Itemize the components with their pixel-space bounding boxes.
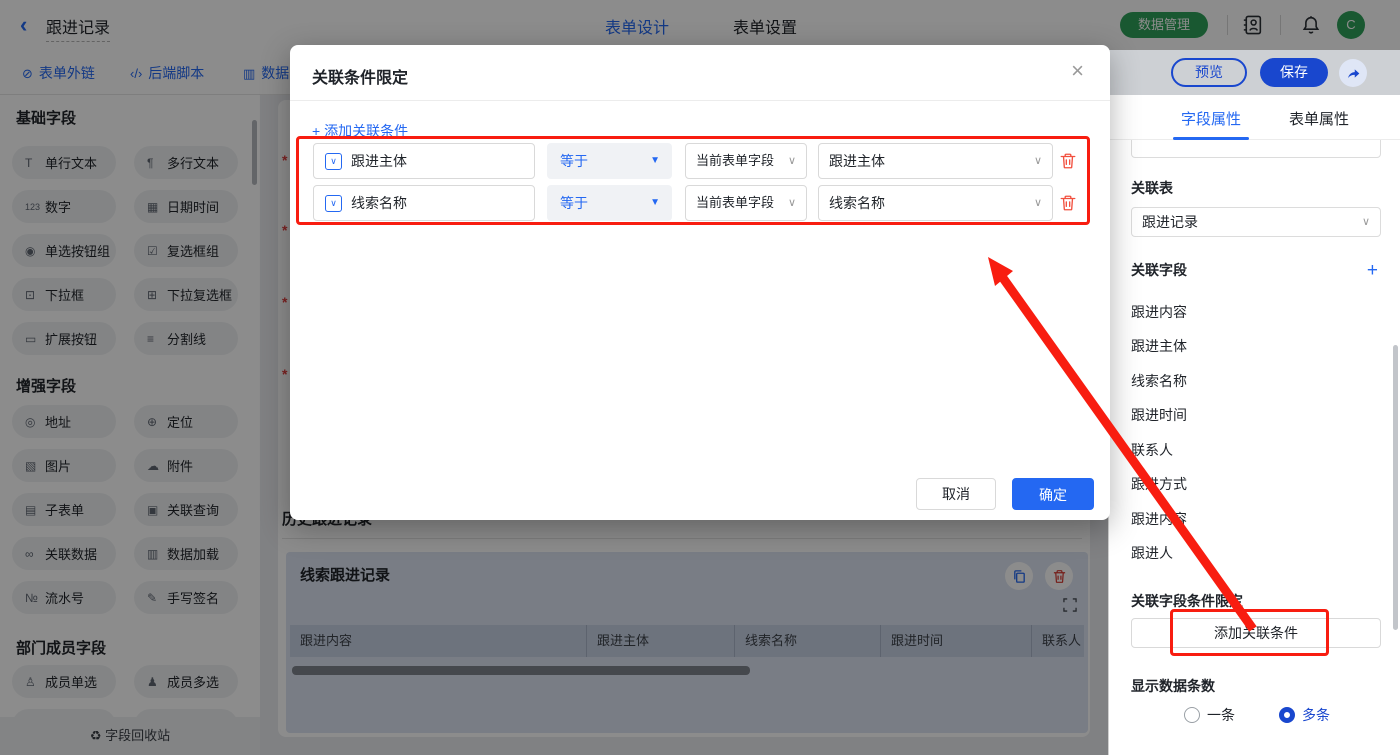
preview-button[interactable]: 预览 xyxy=(1171,58,1247,87)
save-button[interactable]: 保存 xyxy=(1260,58,1328,87)
active-tab-underline xyxy=(1173,137,1249,140)
cancel-button[interactable]: 取消 xyxy=(916,478,996,510)
add-field-icon[interactable]: + xyxy=(1367,261,1378,280)
condition-restriction-label: 关联字段条件限定 xyxy=(1131,593,1243,609)
tab-field-properties[interactable]: 字段属性 xyxy=(1171,108,1251,129)
close-icon[interactable]: × xyxy=(1071,59,1084,83)
related-field-item[interactable]: 跟进内容 xyxy=(1131,302,1187,322)
related-table-select[interactable]: 跟进记录 ∨ xyxy=(1131,207,1381,237)
modal-header: 关联条件限定 × xyxy=(290,45,1110,101)
related-field-item[interactable]: 跟进方式 xyxy=(1131,474,1187,494)
share-arrow-icon xyxy=(1347,68,1359,78)
panel-scrollbar[interactable] xyxy=(1393,345,1398,630)
annotation-highlight-conditions xyxy=(296,136,1090,225)
related-field-item[interactable]: 跟进人 xyxy=(1131,543,1173,563)
modal-dim-overlay xyxy=(1108,0,1400,50)
related-field-item[interactable]: 线索名称 xyxy=(1131,371,1187,391)
related-field-item[interactable]: 跟进主体 xyxy=(1131,336,1187,356)
radio-icon xyxy=(1184,707,1200,723)
related-field-item[interactable]: 联系人 xyxy=(1131,440,1173,460)
condition-restriction-modal: 关联条件限定 × + 添加关联条件 ∨ 跟进主体 等于 ▼ 当前表单字段 ∨ 跟… xyxy=(290,45,1110,520)
tab-form-properties[interactable]: 表单属性 xyxy=(1279,108,1359,129)
radio-option-single[interactable]: 一条 xyxy=(1184,705,1235,725)
related-field-item[interactable]: 跟进时间 xyxy=(1131,405,1187,425)
confirm-button[interactable]: 确定 xyxy=(1012,478,1094,510)
related-fields-label: 关联字段 xyxy=(1131,262,1187,278)
related-field-item[interactable]: 跟进内容 xyxy=(1131,509,1187,529)
related-table-label: 关联表 xyxy=(1131,180,1173,196)
panel-toolbar: 预览 保存 xyxy=(1109,50,1400,95)
annotation-highlight-add-button xyxy=(1170,609,1329,656)
modal-title: 关联条件限定 xyxy=(312,70,409,87)
share-button[interactable] xyxy=(1339,59,1367,87)
radio-option-multiple[interactable]: 多条 xyxy=(1279,705,1330,725)
display-count-label: 显示数据条数 xyxy=(1131,678,1215,694)
panel-tabs: 字段属性 表单属性 xyxy=(1109,95,1400,140)
chevron-down-icon: ∨ xyxy=(1361,216,1370,228)
radio-selected-icon xyxy=(1279,707,1295,723)
form-designer-page: ‹ 跟进记录 表单设计 表单设置 数据管理 C ⊘ 表单外链 ‹/› 后端脚本 ▥ 数… xyxy=(0,0,1400,755)
